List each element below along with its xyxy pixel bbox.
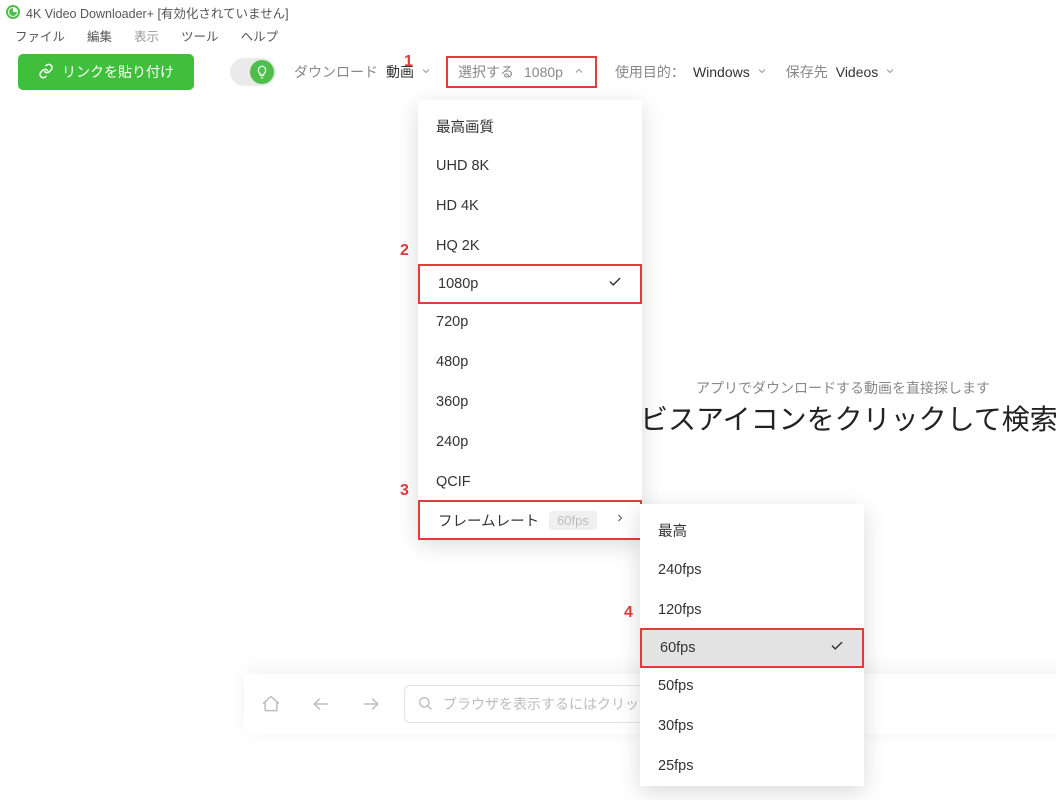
option-label: UHD 8K bbox=[436, 158, 489, 174]
quality-option-hd4k[interactable]: HD 4K bbox=[418, 186, 642, 226]
purpose-label: 使用目的： bbox=[615, 62, 685, 82]
option-label: 240fps bbox=[658, 562, 702, 578]
quality-option-240p[interactable]: 240p bbox=[418, 422, 642, 462]
option-label: 60fps bbox=[660, 640, 695, 656]
fps-option-best[interactable]: 最高 bbox=[640, 510, 864, 550]
option-label: QCIF bbox=[436, 474, 471, 490]
chevron-down-icon bbox=[884, 64, 896, 80]
menu-bar: ファイル 編集 表示 ツール ヘルプ bbox=[0, 24, 1056, 46]
fps-option-60[interactable]: 60fps bbox=[640, 628, 864, 668]
download-type-label: ダウンロード bbox=[294, 62, 378, 82]
option-label: 50fps bbox=[658, 678, 693, 694]
annotation-1: 1 bbox=[404, 53, 413, 71]
quality-value: 1080p bbox=[524, 64, 563, 80]
paste-link-button[interactable]: リンクを貼り付け bbox=[18, 54, 194, 90]
chevron-down-icon bbox=[420, 64, 432, 80]
window-title: 4K Video Downloader+ [有効化されていません] bbox=[26, 3, 289, 22]
check-icon bbox=[608, 275, 622, 293]
chevron-down-icon bbox=[756, 64, 768, 80]
save-to-value: Videos bbox=[836, 64, 879, 80]
option-label: 最高画質 bbox=[436, 116, 494, 137]
option-label: 240p bbox=[436, 434, 468, 450]
search-icon bbox=[417, 695, 433, 714]
search-placeholder: ブラウザを表示するにはクリッ bbox=[443, 694, 639, 714]
link-icon bbox=[38, 63, 54, 82]
quality-option-720p[interactable]: 720p bbox=[418, 302, 642, 342]
check-icon bbox=[830, 639, 844, 657]
menu-item-edit[interactable]: 編集 bbox=[76, 26, 123, 45]
nav-forward-button[interactable] bbox=[354, 687, 388, 721]
fps-option-120[interactable]: 120fps bbox=[640, 590, 864, 630]
option-label: HD 4K bbox=[436, 198, 479, 214]
option-label: 360p bbox=[436, 394, 468, 410]
title-bar: 4K Video Downloader+ [有効化されていません] bbox=[0, 0, 1056, 24]
framerate-submenu-item[interactable]: フレームレート 60fps bbox=[418, 500, 642, 540]
option-label: 720p bbox=[436, 314, 468, 330]
app-window: 4K Video Downloader+ [有効化されていません] ファイル 編… bbox=[0, 0, 1056, 800]
annotation-2: 2 bbox=[400, 242, 409, 260]
bg-line1: アプリでダウンロードする動画を直接探します bbox=[640, 378, 1056, 398]
toolbar: リンクを貼り付け ダウンロード 動画 選択する 1080p bbox=[0, 46, 1056, 98]
background-copy: アプリでダウンロードする動画を直接探します ビスアイコンをクリックして検索を開始 bbox=[640, 378, 1056, 438]
menu-item-help[interactable]: ヘルプ bbox=[230, 26, 290, 45]
paste-link-label: リンクを貼り付け bbox=[62, 62, 174, 82]
fps-option-30[interactable]: 30fps bbox=[640, 706, 864, 746]
app-logo-icon bbox=[6, 5, 20, 19]
purpose-value: Windows bbox=[693, 64, 750, 80]
menu-item-tools[interactable]: ツール bbox=[170, 26, 230, 45]
framerate-value-badge: 60fps bbox=[549, 511, 597, 530]
annotation-4: 4 bbox=[624, 604, 633, 622]
quality-option-360p[interactable]: 360p bbox=[418, 382, 642, 422]
quality-option-480p[interactable]: 480p bbox=[418, 342, 642, 382]
annotation-3: 3 bbox=[400, 482, 409, 500]
save-to-label: 保存先 bbox=[786, 62, 828, 82]
fps-option-25[interactable]: 25fps bbox=[640, 746, 864, 786]
quality-option-qcif[interactable]: QCIF bbox=[418, 462, 642, 502]
framerate-label: フレームレート bbox=[438, 510, 539, 531]
quality-dropdown: 最高画質 UHD 8K HD 4K HQ 2K 1080p 720p 480p … bbox=[418, 100, 642, 538]
option-label: HQ 2K bbox=[436, 238, 480, 254]
quality-option-1080p[interactable]: 1080p bbox=[418, 264, 642, 304]
lightbulb-icon bbox=[250, 60, 274, 84]
quality-option-hq2k[interactable]: HQ 2K bbox=[418, 226, 642, 266]
quality-label: 選択する bbox=[458, 62, 514, 82]
purpose-selector[interactable]: 使用目的： Windows bbox=[615, 62, 768, 82]
option-label: 1080p bbox=[438, 276, 478, 292]
option-label: 30fps bbox=[658, 718, 693, 734]
menu-item-view[interactable]: 表示 bbox=[123, 26, 170, 45]
chevron-right-icon bbox=[614, 512, 626, 528]
fps-option-50[interactable]: 50fps bbox=[640, 666, 864, 706]
option-label: 120fps bbox=[658, 602, 702, 618]
quality-selector[interactable]: 選択する 1080p bbox=[446, 56, 597, 88]
nav-back-button[interactable] bbox=[304, 687, 338, 721]
quality-option-uhd8k[interactable]: UHD 8K bbox=[418, 146, 642, 186]
quality-option-best[interactable]: 最高画質 bbox=[418, 106, 642, 146]
option-label: 480p bbox=[436, 354, 468, 370]
menu-item-file[interactable]: ファイル bbox=[4, 26, 76, 45]
smart-mode-toggle[interactable] bbox=[230, 58, 276, 86]
chevron-up-icon bbox=[573, 64, 585, 80]
bg-line2: ビスアイコンをクリックして検索を開始 bbox=[640, 398, 1056, 438]
fps-option-240[interactable]: 240fps bbox=[640, 550, 864, 590]
option-label: 最高 bbox=[658, 520, 687, 541]
option-label: 25fps bbox=[658, 758, 693, 774]
home-button[interactable] bbox=[254, 687, 288, 721]
fps-dropdown: 最高 240fps 120fps 60fps 50fps 30fps 25fps bbox=[640, 504, 864, 786]
save-to-selector[interactable]: 保存先 Videos bbox=[786, 62, 897, 82]
